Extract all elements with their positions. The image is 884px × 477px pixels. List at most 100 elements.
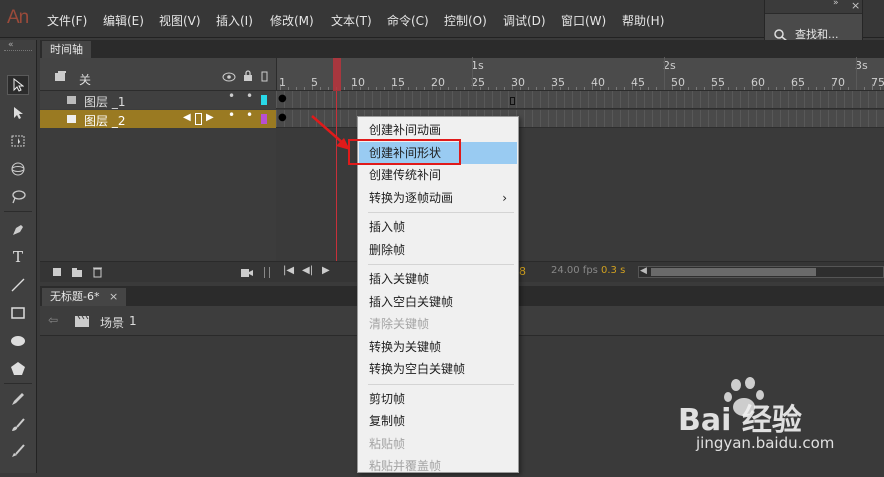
next-keyframe-icon[interactable]: ▶: [206, 112, 214, 123]
context-menu-item[interactable]: 插入帧: [359, 216, 517, 238]
playhead[interactable]: [333, 58, 341, 91]
layer-name[interactable]: 图层 _2: [84, 112, 125, 129]
collapse-toolbar-icon[interactable]: «: [8, 40, 14, 50]
play-icon[interactable]: ▶: [322, 265, 330, 276]
paint-brush-tool-icon[interactable]: [7, 441, 29, 461]
context-menu-item[interactable]: 转换为空白关键帧: [359, 358, 517, 380]
free-transform-tool-icon[interactable]: [7, 131, 29, 151]
frame-rate[interactable]: 24.00 fps: [551, 265, 598, 276]
menu-edit[interactable]: 编辑(E): [103, 12, 144, 29]
ruler-tick: [728, 87, 729, 90]
scene-label[interactable]: 场景: [100, 314, 124, 331]
menu-window[interactable]: 窗口(W): [561, 12, 606, 29]
delete-icon[interactable]: [92, 266, 103, 278]
close-tab-icon[interactable]: ×: [109, 290, 118, 303]
new-layer-icon[interactable]: [52, 267, 63, 278]
ruler-tick: [464, 87, 465, 90]
selection-tool-icon[interactable]: [7, 75, 29, 95]
first-frame-icon[interactable]: |◀: [283, 265, 294, 276]
ruler-tick: [656, 87, 657, 90]
oval-tool-icon[interactable]: [7, 331, 29, 351]
keyframe-toggle-icon[interactable]: [195, 113, 202, 125]
ruler-number: 15: [391, 76, 405, 89]
lasso-tool-icon[interactable]: [7, 187, 29, 207]
line-tool-icon[interactable]: [7, 275, 29, 295]
text-tool-icon[interactable]: T: [7, 247, 29, 267]
menu-help[interactable]: 帮助(H): [622, 12, 664, 29]
context-menu-item[interactable]: 创建补间动画: [359, 119, 517, 141]
find-panel-header: » ×: [765, 0, 862, 14]
context-menu-item[interactable]: 转换为关键帧: [359, 336, 517, 358]
visibility-dot[interactable]: •: [228, 108, 235, 122]
menu-commands[interactable]: 命令(C): [387, 12, 429, 29]
ruler-tick: [608, 87, 609, 90]
current-frame[interactable]: 8: [519, 265, 526, 278]
tab-timeline[interactable]: 时间轴: [42, 41, 91, 58]
layer-name[interactable]: 图层 _1: [84, 93, 125, 110]
lock-dot[interactable]: •: [246, 108, 253, 122]
close-icon[interactable]: ×: [851, 0, 860, 12]
3d-rotation-tool-icon[interactable]: [7, 159, 29, 179]
show-hide-icon[interactable]: [222, 72, 236, 82]
menu-text[interactable]: 文本(T): [331, 12, 372, 29]
scrollbar-thumb[interactable]: [651, 268, 816, 276]
horizontal-scrollbar[interactable]: ◀: [638, 266, 884, 278]
visibility-dot[interactable]: •: [228, 89, 235, 103]
layer-row-2[interactable]: 图层 _2 ◀ ▶ • •: [40, 108, 276, 129]
menu-view[interactable]: 视图(V): [159, 12, 201, 29]
keyframe-marker[interactable]: ●: [278, 112, 287, 123]
outline-icon[interactable]: [261, 71, 269, 83]
new-folder-icon[interactable]: [71, 267, 84, 278]
keyframe-marker[interactable]: ●: [278, 93, 287, 104]
back-arrow-icon[interactable]: ⇦: [48, 313, 58, 327]
collapse-icon[interactable]: »: [833, 0, 839, 8]
ruler-number: 50: [671, 76, 685, 89]
ruler-tick: [496, 87, 497, 90]
prev-keyframe-icon[interactable]: ◀: [183, 112, 191, 123]
pencil-tool-icon[interactable]: [7, 389, 29, 409]
menu-item-label: 创建补间动画: [369, 123, 442, 137]
scroll-left-icon[interactable]: ◀: [640, 266, 647, 276]
menu-modify[interactable]: 修改(M): [270, 12, 314, 29]
layer-row-1[interactable]: 图层 _1 • •: [40, 89, 276, 110]
tab-document[interactable]: 无标题-6* ×: [42, 288, 127, 306]
highlight-annotation-box: [348, 139, 461, 165]
layer-color-swatch[interactable]: [261, 95, 267, 105]
frame-ruler[interactable]: 1 5 10 15 20 25 30 35 40 45 50 55 60 65 70 75 1s 2s 3s: [276, 57, 884, 91]
context-menu-item[interactable]: 复制帧: [359, 410, 517, 432]
menu-bar: An 文件(F) 编辑(E) 视图(V) 插入(I) 修改(M) 文本(T) 命…: [0, 0, 884, 38]
context-menu-item: 粘贴并覆盖帧: [359, 455, 517, 477]
ruler-tick: [624, 87, 625, 90]
lock-dot[interactable]: •: [246, 89, 253, 103]
end-frame-marker[interactable]: [510, 97, 515, 105]
context-menu-item[interactable]: 插入空白关键帧: [359, 291, 517, 313]
menu-item-label: 删除帧: [369, 242, 406, 257]
rectangle-tool-icon[interactable]: [7, 303, 29, 323]
context-menu-item[interactable]: 转换为逐帧动画 ›: [359, 187, 517, 209]
context-menu-item[interactable]: 插入关键帧: [359, 268, 517, 290]
frame-row-1[interactable]: ●: [276, 91, 884, 109]
ruler-number: 5: [311, 76, 318, 89]
pen-tool-icon[interactable]: [7, 220, 29, 240]
subselection-tool-icon[interactable]: [7, 103, 29, 123]
context-menu-item[interactable]: 删除帧: [359, 239, 517, 261]
camera-icon[interactable]: [240, 268, 254, 278]
brush-tool-icon[interactable]: [7, 415, 29, 435]
context-menu-item[interactable]: 剪切帧: [359, 388, 517, 410]
polystar-tool-icon[interactable]: [7, 359, 29, 379]
step-back-icon[interactable]: ◀|: [302, 265, 313, 276]
ruler-number: 45: [631, 76, 645, 89]
scene-number[interactable]: 1: [129, 314, 137, 328]
context-menu-item[interactable]: 创建传统补间: [359, 164, 517, 186]
ruler-tick: [808, 87, 809, 90]
menu-file[interactable]: 文件(F): [47, 12, 87, 29]
menu-item-label: 转换为空白关键帧: [369, 362, 466, 376]
layer-color-swatch[interactable]: [261, 114, 267, 124]
elapsed-time: 0.3 s: [601, 265, 626, 276]
menu-insert[interactable]: 插入(I): [216, 12, 253, 29]
menu-control[interactable]: 控制(O): [444, 12, 487, 29]
menu-debug[interactable]: 调试(D): [503, 12, 546, 29]
lock-icon[interactable]: [243, 70, 253, 82]
panel-divider[interactable]: [264, 267, 270, 278]
ruler-tick: [288, 87, 289, 90]
